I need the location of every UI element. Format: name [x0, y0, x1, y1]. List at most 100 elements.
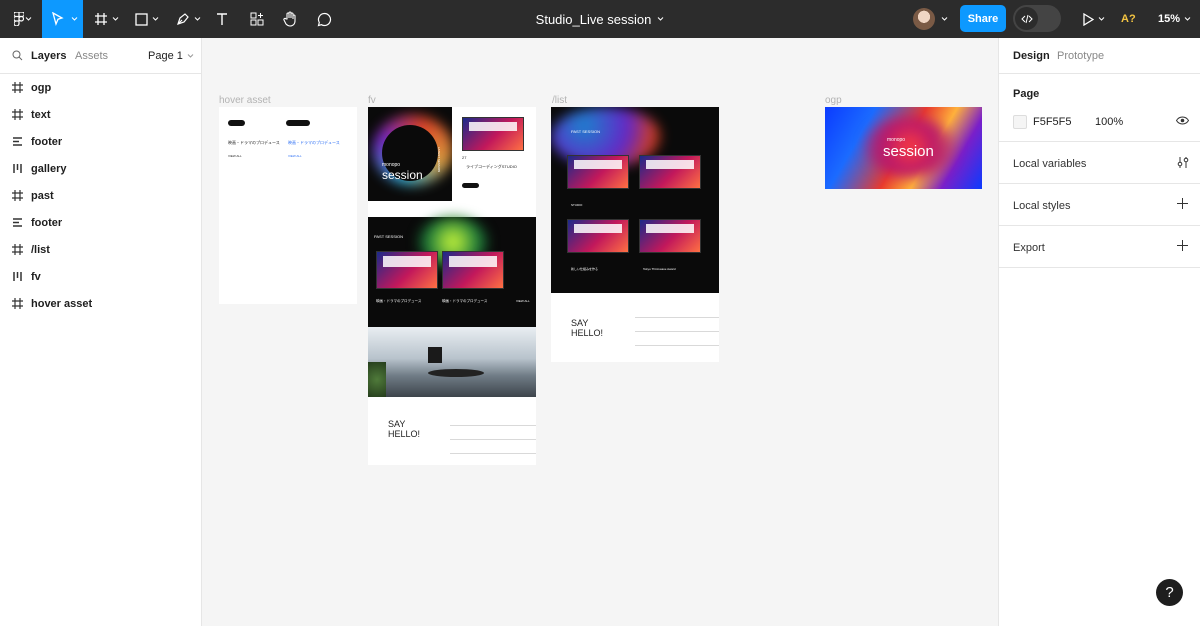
search-icon[interactable] — [12, 50, 23, 61]
share-button[interactable]: Share — [960, 5, 1006, 32]
code-icon — [1020, 14, 1033, 23]
comment-tool-button[interactable] — [312, 0, 336, 38]
page-color-swatch[interactable] — [1013, 115, 1027, 129]
frame-label-hover-asset[interactable]: hover asset — [219, 95, 271, 106]
local-styles-label[interactable]: Local styles — [1013, 200, 1070, 212]
frame-hash-icon — [95, 13, 107, 25]
layer-name: past — [31, 189, 54, 202]
hover-link: VIEW ALL — [228, 154, 242, 158]
gallery-plant — [368, 362, 386, 397]
footer-divider — [635, 345, 719, 346]
frame-label-ogp[interactable]: ogp — [825, 95, 842, 106]
layers-panel: Layers Assets Page 1 ogp text footer gal… — [0, 38, 202, 626]
list-dark-section: PAST SESSION STUDIO 新しい仕組みを作る Tokyo Thir… — [551, 107, 719, 293]
page-opacity-value[interactable]: 100% — [1095, 116, 1123, 128]
footer-divider — [635, 331, 719, 332]
cursor-icon — [51, 12, 64, 26]
text-icon — [217, 13, 227, 25]
list-card-image — [567, 219, 629, 253]
top-toolbar: Studio_Live session Share A? 15% — [0, 0, 1200, 38]
sliders-icon[interactable] — [1177, 156, 1189, 169]
hover-pill — [286, 120, 310, 126]
left-panel-tabs: Layers Assets Page 1 — [0, 38, 201, 74]
frame-hover-asset[interactable]: 映画・ドラマのプロデュース 映画・ドラマのプロデュース VIEW ALL VIE… — [219, 107, 357, 304]
main-menu-button[interactable] — [0, 0, 38, 38]
frame-label-list[interactable]: /list — [552, 95, 567, 106]
chevron-down-icon[interactable] — [941, 16, 948, 22]
gallery-photo — [368, 327, 536, 397]
layer-row[interactable]: footer — [0, 128, 201, 155]
zoom-menu[interactable]: 15% — [1158, 0, 1191, 38]
page-color-value[interactable]: F5F5F5 — [1033, 116, 1072, 128]
layer-row[interactable]: fv — [0, 263, 201, 290]
chevron-down-icon — [194, 17, 201, 21]
frame-icon — [12, 190, 23, 201]
past-view-all: VIEW ALL — [516, 299, 530, 303]
hover-link: VIEW ALL — [288, 154, 302, 158]
pen-icon — [177, 13, 189, 25]
frame-label-fv[interactable]: fv — [368, 95, 376, 106]
list-card-image — [567, 155, 629, 189]
document-title[interactable]: Studio_Live session — [460, 0, 740, 38]
frame-fv[interactable]: monopo session 27 ライブコーディングSTUDIO LATEST… — [368, 107, 536, 465]
frame-list[interactable]: PAST SESSION STUDIO 新しい仕組みを作る Tokyo Thir… — [551, 107, 719, 362]
footer-hello: HELLO! — [388, 429, 421, 439]
list-card-image — [639, 219, 701, 253]
gallery-table — [428, 369, 484, 377]
local-variables-label[interactable]: Local variables — [1013, 158, 1086, 170]
past-item-text: 映画・ドラマのプロデュース — [442, 299, 488, 303]
chevron-down-icon — [657, 17, 664, 21]
tab-prototype[interactable]: Prototype — [1057, 50, 1104, 62]
layer-row[interactable]: ogp — [0, 74, 201, 101]
frame-icon — [12, 244, 23, 255]
avatar[interactable] — [913, 8, 935, 30]
document-title-text: Studio_Live session — [535, 11, 652, 27]
latest-card-title: ライブコーディングSTUDIO — [466, 164, 517, 169]
layer-name: ogp — [31, 81, 52, 94]
fv-past-section: PAST SESSION 映画・ドラマのプロデュース 映画・ドラマのプロデュース… — [368, 217, 536, 327]
layer-row[interactable]: /list — [0, 236, 201, 263]
layer-row[interactable]: past — [0, 182, 201, 209]
layer-row[interactable]: text — [0, 101, 201, 128]
present-button[interactable] — [1078, 0, 1106, 38]
past-label: PAST SESSION — [374, 234, 403, 239]
layer-row[interactable]: gallery — [0, 155, 201, 182]
resources-icon — [250, 12, 264, 26]
past-item-text: 映画・ドラマのプロデュース — [376, 299, 422, 303]
comment-icon — [317, 12, 331, 26]
frame-icon — [12, 109, 23, 120]
columns-layout-icon — [13, 164, 22, 173]
frame-icon — [12, 82, 23, 93]
tab-assets[interactable]: Assets — [75, 50, 108, 62]
pen-tool-button[interactable] — [170, 0, 204, 38]
chevron-down-icon — [25, 17, 32, 21]
past-card-image — [376, 251, 438, 289]
tab-layers[interactable]: Layers — [31, 50, 66, 62]
design-canvas[interactable]: hover asset 映画・ドラマのプロデュース 映画・ドラマのプロデュース … — [202, 38, 998, 626]
page-selector[interactable]: Page 1 — [148, 50, 194, 62]
export-label[interactable]: Export — [1013, 242, 1045, 254]
list-item-text: Tokyo Third-wave Award — [643, 267, 676, 271]
hand-icon — [282, 11, 296, 27]
latest-card-image — [462, 117, 524, 151]
eye-icon[interactable] — [1176, 116, 1189, 125]
plus-icon[interactable] — [1177, 198, 1188, 209]
hover-item-text: 映画・ドラマのプロデュース — [228, 140, 280, 145]
layer-row[interactable]: footer — [0, 209, 201, 236]
frame-ogp[interactable]: monopo session — [825, 107, 982, 189]
hero-session: session — [382, 168, 423, 182]
plus-icon[interactable] — [1177, 240, 1188, 251]
shape-tool-button[interactable] — [128, 0, 162, 38]
resources-button[interactable] — [245, 0, 269, 38]
help-button[interactable]: ? — [1156, 579, 1183, 606]
frame-icon — [12, 298, 23, 309]
hand-tool-button[interactable] — [278, 0, 302, 38]
move-tool-button[interactable] — [42, 0, 83, 38]
accessibility-check-button[interactable]: A? — [1121, 0, 1136, 38]
dev-mode-toggle[interactable] — [1013, 5, 1061, 32]
layer-row[interactable]: hover asset — [0, 290, 201, 317]
frame-tool-button[interactable] — [88, 0, 122, 38]
tab-design[interactable]: Design — [1013, 50, 1050, 62]
text-tool-button[interactable] — [210, 0, 234, 38]
design-panel: Design Prototype Page F5F5F5 100% Local … — [998, 38, 1200, 626]
